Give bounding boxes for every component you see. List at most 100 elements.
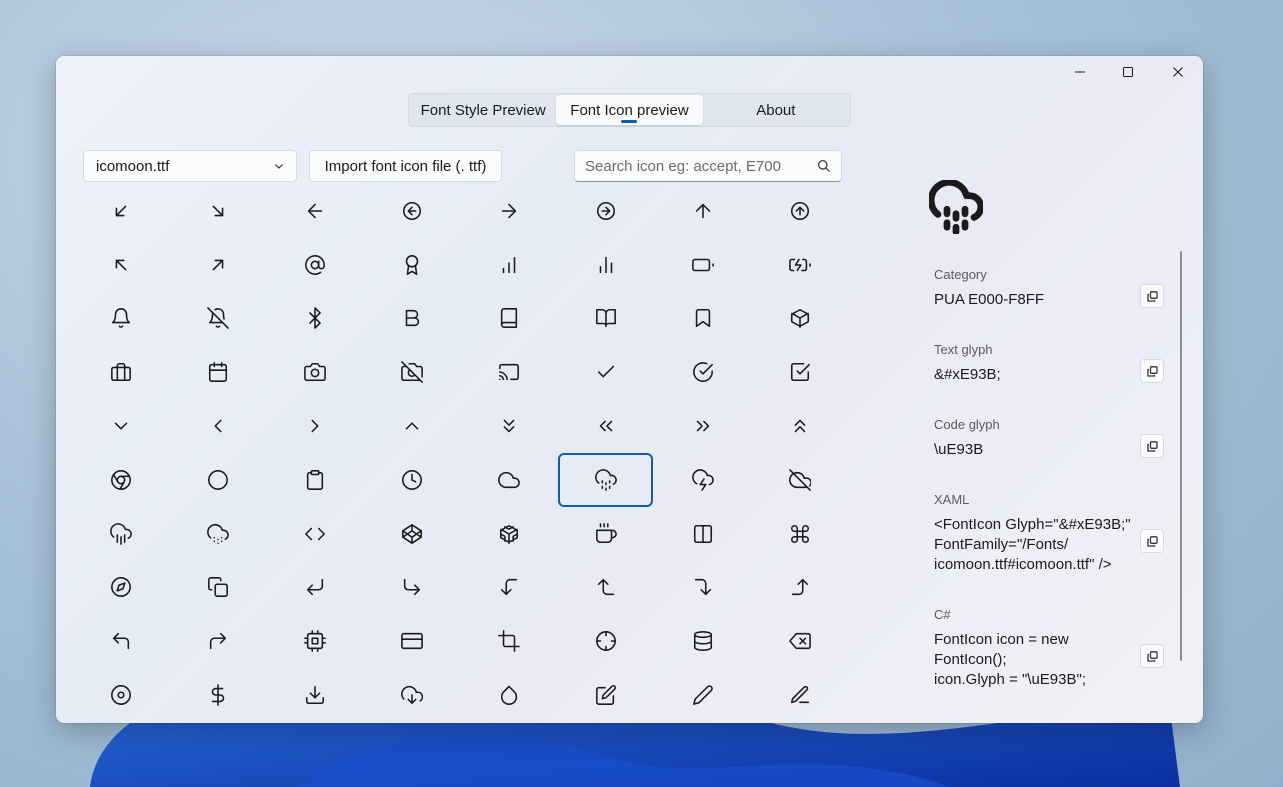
- command-icon[interactable]: [751, 507, 848, 561]
- download-icon[interactable]: [266, 668, 363, 722]
- arrow-up-left-icon[interactable]: [72, 238, 169, 292]
- code-glyph-section: Code glyph \uE93B: [934, 417, 1149, 460]
- font-file-dropdown[interactable]: icomoon.ttf: [83, 150, 297, 182]
- bell-icon[interactable]: [72, 292, 169, 346]
- search-icon[interactable]: [817, 159, 831, 173]
- compass-icon[interactable]: [72, 561, 169, 615]
- tab-font-style-preview[interactable]: Font Style Preview: [410, 95, 556, 125]
- download-cloud-icon[interactable]: [363, 668, 460, 722]
- calendar-icon[interactable]: [169, 345, 266, 399]
- briefcase-icon[interactable]: [72, 345, 169, 399]
- copy-text-glyph-button[interactable]: [1140, 359, 1164, 383]
- corner-up-right-icon[interactable]: [169, 614, 266, 668]
- active-tab-indicator: [621, 120, 638, 123]
- details-scrollbar[interactable]: [1180, 251, 1182, 661]
- clock-icon[interactable]: [363, 453, 460, 507]
- at-sign-icon[interactable]: [266, 238, 363, 292]
- arrow-down-left-icon[interactable]: [72, 184, 169, 238]
- check-icon[interactable]: [557, 345, 654, 399]
- arrow-up-circle-icon[interactable]: [751, 184, 848, 238]
- chevrons-up-icon[interactable]: [751, 399, 848, 453]
- chevron-left-icon[interactable]: [169, 399, 266, 453]
- award-icon[interactable]: [363, 238, 460, 292]
- copy-icon: [1146, 440, 1158, 452]
- battery-icon[interactable]: [654, 238, 751, 292]
- arrow-right-icon[interactable]: [460, 184, 557, 238]
- cloud-lightning-icon[interactable]: [654, 453, 751, 507]
- corner-down-left-icon[interactable]: [266, 561, 363, 615]
- chevrons-down-icon[interactable]: [460, 399, 557, 453]
- arrow-left-icon[interactable]: [266, 184, 363, 238]
- bar-chart-icon[interactable]: [460, 238, 557, 292]
- circle-icon[interactable]: [169, 453, 266, 507]
- camera-off-icon[interactable]: [363, 345, 460, 399]
- copy-icon: [1146, 365, 1158, 377]
- crop-icon[interactable]: [460, 614, 557, 668]
- database-icon[interactable]: [654, 614, 751, 668]
- arrow-down-right-icon[interactable]: [169, 184, 266, 238]
- camera-icon[interactable]: [266, 345, 363, 399]
- codesandbox-icon[interactable]: [460, 507, 557, 561]
- chrome-icon[interactable]: [72, 453, 169, 507]
- copy-csharp-button[interactable]: [1140, 644, 1164, 668]
- codepen-icon[interactable]: [363, 507, 460, 561]
- disc-icon[interactable]: [72, 668, 169, 722]
- corner-left-up-icon[interactable]: [557, 561, 654, 615]
- chevron-down-icon[interactable]: [72, 399, 169, 453]
- arrow-up-icon[interactable]: [654, 184, 751, 238]
- cloud-snow-icon[interactable]: [169, 507, 266, 561]
- cloud-off-icon[interactable]: [751, 453, 848, 507]
- code-icon[interactable]: [266, 507, 363, 561]
- corner-left-down-icon[interactable]: [460, 561, 557, 615]
- search-input[interactable]: [585, 157, 817, 175]
- chevrons-right-icon[interactable]: [654, 399, 751, 453]
- search-box: [574, 150, 842, 182]
- import-font-button[interactable]: Import font icon file (. ttf): [309, 150, 502, 182]
- cast-icon[interactable]: [460, 345, 557, 399]
- edit-icon[interactable]: [557, 668, 654, 722]
- bold-icon[interactable]: [363, 292, 460, 346]
- corner-down-right-icon[interactable]: [363, 561, 460, 615]
- book-icon[interactable]: [460, 292, 557, 346]
- chevrons-left-icon[interactable]: [557, 399, 654, 453]
- bell-off-icon[interactable]: [169, 292, 266, 346]
- arrow-right-circle-icon[interactable]: [557, 184, 654, 238]
- crosshair-icon[interactable]: [557, 614, 654, 668]
- dollar-sign-icon[interactable]: [169, 668, 266, 722]
- corner-up-left-icon[interactable]: [72, 614, 169, 668]
- cloud-drizzle-icon[interactable]: [558, 452, 653, 507]
- copy-code-glyph-button[interactable]: [1140, 434, 1164, 458]
- arrow-left-circle-icon[interactable]: [363, 184, 460, 238]
- check-square-icon[interactable]: [751, 345, 848, 399]
- book-open-icon[interactable]: [557, 292, 654, 346]
- font-file-value: icomoon.ttf: [96, 157, 170, 175]
- cloud-rain-icon[interactable]: [72, 507, 169, 561]
- bookmark-icon[interactable]: [654, 292, 751, 346]
- battery-charging-icon[interactable]: [751, 238, 848, 292]
- clipboard-icon[interactable]: [266, 453, 363, 507]
- box-icon[interactable]: [751, 292, 848, 346]
- droplet-icon[interactable]: [460, 668, 557, 722]
- credit-card-icon[interactable]: [363, 614, 460, 668]
- arrow-up-right-icon[interactable]: [169, 238, 266, 292]
- bluetooth-icon[interactable]: [266, 292, 363, 346]
- check-circle-icon[interactable]: [654, 345, 751, 399]
- coffee-icon[interactable]: [557, 507, 654, 561]
- copy-category-button[interactable]: [1140, 284, 1164, 308]
- chevron-right-icon[interactable]: [266, 399, 363, 453]
- cloud-icon[interactable]: [460, 453, 557, 507]
- copy-icon[interactable]: [169, 561, 266, 615]
- tab-about[interactable]: About: [703, 95, 849, 125]
- columns-icon[interactable]: [654, 507, 751, 561]
- corner-right-down-icon[interactable]: [654, 561, 751, 615]
- cpu-icon[interactable]: [266, 614, 363, 668]
- category-label: Category: [934, 267, 987, 282]
- copy-xaml-button[interactable]: [1140, 529, 1164, 553]
- tab-font-icon-preview[interactable]: Font Icon preview: [556, 95, 703, 125]
- bar-chart-2-icon[interactable]: [557, 238, 654, 292]
- edit-3-icon[interactable]: [751, 668, 848, 722]
- delete-icon[interactable]: [751, 614, 848, 668]
- edit-2-icon[interactable]: [654, 668, 751, 722]
- chevron-up-icon[interactable]: [363, 399, 460, 453]
- corner-right-up-icon[interactable]: [751, 561, 848, 615]
